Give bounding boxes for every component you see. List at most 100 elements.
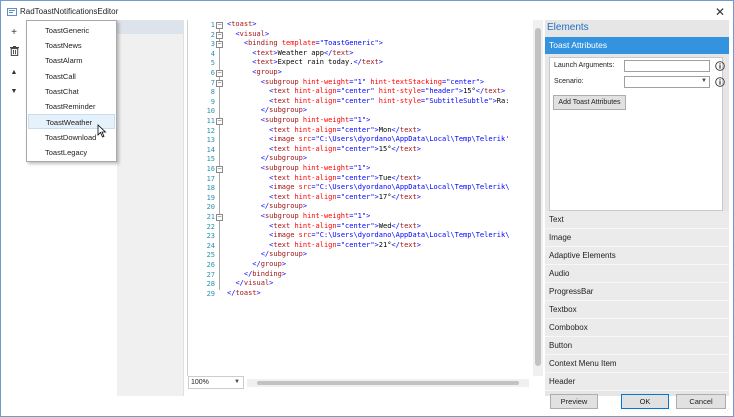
code-line[interactable]: <image src="C:\Users\dyordano\AppData\Lo… bbox=[227, 231, 509, 241]
dropdown-item-toastgeneric[interactable]: ToastGeneric bbox=[28, 23, 115, 38]
code-line[interactable]: <text hint-align="center">17°</text> bbox=[227, 193, 421, 203]
line-number: 5 bbox=[210, 59, 215, 68]
code-line[interactable]: <text>Weather app</text> bbox=[227, 49, 353, 59]
code-line[interactable]: </binding> bbox=[227, 270, 286, 280]
code-line[interactable]: <text hint-align="center" hint-style="he… bbox=[227, 87, 505, 97]
code-line[interactable]: <subgroup hint-weight="1"> bbox=[227, 212, 371, 222]
code-line[interactable]: </subgroup> bbox=[227, 202, 307, 212]
line-number: 14 bbox=[206, 145, 215, 154]
move-up-icon[interactable]: ▲ bbox=[4, 65, 24, 81]
code-line[interactable]: <text>Expect rain today.</text> bbox=[227, 58, 383, 68]
element-item-image[interactable]: Image bbox=[545, 229, 729, 247]
add-icon[interactable]: + bbox=[4, 25, 24, 41]
code-line[interactable]: <group> bbox=[227, 68, 282, 78]
dropdown-item-toastchat[interactable]: ToastChat bbox=[28, 84, 115, 99]
info-icon[interactable] bbox=[715, 77, 725, 87]
code-line[interactable]: </group> bbox=[227, 260, 286, 270]
line-number: 27 bbox=[206, 270, 215, 279]
line-number: 20 bbox=[206, 203, 215, 212]
cancel-button[interactable]: Cancel bbox=[676, 394, 726, 409]
code-line[interactable]: <text hint-align="center" hint-style="Su… bbox=[227, 97, 509, 107]
code-text[interactable]: <toast> <visual> <binding template="Toas… bbox=[227, 20, 533, 376]
line-number: 28 bbox=[206, 280, 215, 289]
code-line[interactable]: </subgroup> bbox=[227, 250, 307, 260]
code-line[interactable]: <binding template="ToastGeneric"> bbox=[227, 39, 383, 49]
code-line[interactable]: </toast> bbox=[227, 289, 261, 299]
fold-toggle-icon[interactable]: − bbox=[216, 31, 223, 39]
code-line[interactable]: <toast> bbox=[227, 20, 257, 30]
element-item-header[interactable]: Header bbox=[545, 373, 729, 391]
editor-window: RadToastNotificationsEditor ✕ + ▲ ▼ Toas… bbox=[0, 0, 734, 417]
element-item-progressbar[interactable]: ProgressBar bbox=[545, 283, 729, 301]
close-icon[interactable]: ✕ bbox=[713, 5, 727, 19]
element-item-button[interactable]: Button bbox=[545, 337, 729, 355]
info-icon[interactable] bbox=[715, 61, 725, 71]
dropdown-item-toastlegacy[interactable]: ToastLegacy bbox=[28, 145, 115, 160]
line-number: 29 bbox=[206, 289, 215, 298]
line-number: 18 bbox=[206, 184, 215, 193]
toast-template-dropdown: ToastGeneric ToastNews ToastAlarm ToastC… bbox=[26, 20, 117, 162]
line-number: 12 bbox=[206, 126, 215, 135]
dropdown-item-toastreminder[interactable]: ToastReminder bbox=[28, 99, 115, 114]
preview-button[interactable]: Preview bbox=[550, 394, 598, 409]
line-number: 13 bbox=[206, 136, 215, 145]
fold-toggle-icon[interactable]: − bbox=[216, 118, 223, 125]
code-line[interactable]: <subgroup hint-weight="1" hint-textStack… bbox=[227, 78, 484, 88]
element-item-audio[interactable]: Audio bbox=[545, 265, 729, 283]
line-number: 4 bbox=[210, 49, 215, 58]
dropdown-item-toastnews[interactable]: ToastNews bbox=[28, 38, 115, 53]
line-number: 6 bbox=[210, 69, 215, 77]
element-item-text[interactable]: Text bbox=[545, 211, 729, 229]
element-item-context-menu-item[interactable]: Context Menu Item bbox=[545, 355, 729, 373]
code-line[interactable]: </subgroup> bbox=[227, 154, 307, 164]
horizontal-scrollbar[interactable] bbox=[247, 379, 529, 387]
code-line[interactable]: <image src="C:\Users\dyordano\AppData\Lo… bbox=[227, 183, 509, 193]
zoom-select[interactable]: 100% ▼ bbox=[188, 376, 244, 389]
code-line[interactable]: <image src="C:\Users\dyordano\AppData\Lo… bbox=[227, 135, 509, 145]
toast-attributes-box: Launch Arguments: Scenario: ▼ Add Toast … bbox=[549, 57, 725, 211]
scenario-select[interactable]: ▼ bbox=[624, 76, 710, 88]
code-line[interactable]: <text hint-align="center">15°</text> bbox=[227, 145, 421, 155]
fold-toggle-icon[interactable]: − bbox=[216, 22, 223, 29]
window-title: RadToastNotificationsEditor bbox=[20, 7, 119, 16]
xml-editor[interactable]: 1 2 3 4 5 6 7 8 9 10 11 12 13 14 15 16 1… bbox=[187, 20, 543, 376]
code-line[interactable]: </visual> bbox=[227, 279, 273, 289]
fold-toggle-icon[interactable]: − bbox=[216, 70, 223, 77]
ok-button[interactable]: OK bbox=[621, 394, 669, 409]
code-line[interactable]: <subgroup hint-weight="1"> bbox=[227, 164, 371, 174]
code-line[interactable]: <text hint-align="center">Tue</text> bbox=[227, 174, 421, 184]
launch-arguments-label: Launch Arguments: bbox=[554, 62, 615, 69]
line-number: 19 bbox=[206, 193, 215, 202]
line-number: 17 bbox=[206, 174, 215, 183]
dropdown-item-toastalarm[interactable]: ToastAlarm bbox=[28, 53, 115, 68]
fold-toggle-icon[interactable]: − bbox=[216, 214, 223, 221]
move-down-icon[interactable]: ▼ bbox=[4, 84, 24, 100]
line-number: 3 bbox=[210, 40, 215, 49]
resize-grip-icon[interactable]: ⋰ bbox=[725, 408, 731, 414]
code-line[interactable]: <text hint-align="center">Wed</text> bbox=[227, 222, 421, 232]
element-item-adaptive-elements[interactable]: Adaptive Elements bbox=[545, 247, 729, 265]
element-item-textbox[interactable]: Textbox bbox=[545, 301, 729, 319]
horizontal-scroll-thumb[interactable] bbox=[257, 381, 519, 385]
fold-toggle-icon[interactable]: − bbox=[216, 79, 223, 87]
toast-attributes-header[interactable]: Toast Attributes bbox=[545, 37, 729, 54]
element-item-combobox[interactable]: Combobox bbox=[545, 319, 729, 337]
line-number-gutter: 1 2 3 4 5 6 7 8 9 10 11 12 13 14 15 16 1… bbox=[188, 20, 215, 376]
code-line[interactable]: <text hint-align="center">Mon</text> bbox=[227, 126, 421, 136]
line-number: 15 bbox=[206, 155, 215, 164]
chevron-down-icon: ▼ bbox=[701, 78, 707, 84]
code-line[interactable]: <text hint-align="center">21°</text> bbox=[227, 241, 421, 251]
fold-guide bbox=[219, 28, 220, 290]
delete-icon[interactable] bbox=[4, 43, 24, 59]
dropdown-item-toastcall[interactable]: ToastCall bbox=[28, 69, 115, 84]
code-line[interactable]: </subgroup> bbox=[227, 106, 307, 116]
fold-toggle-icon[interactable]: − bbox=[216, 166, 223, 173]
vertical-scrollbar[interactable] bbox=[533, 20, 543, 376]
code-line[interactable]: <subgroup hint-weight="1"> bbox=[227, 116, 371, 126]
vertical-scroll-thumb[interactable] bbox=[535, 28, 541, 366]
add-toast-attributes-button[interactable]: Add Toast Attributes bbox=[553, 95, 626, 110]
launch-arguments-input[interactable] bbox=[624, 60, 710, 72]
elements-title: Elements bbox=[547, 22, 589, 33]
fold-toggle-icon[interactable]: − bbox=[216, 41, 223, 49]
code-line[interactable]: <visual> bbox=[227, 30, 269, 40]
